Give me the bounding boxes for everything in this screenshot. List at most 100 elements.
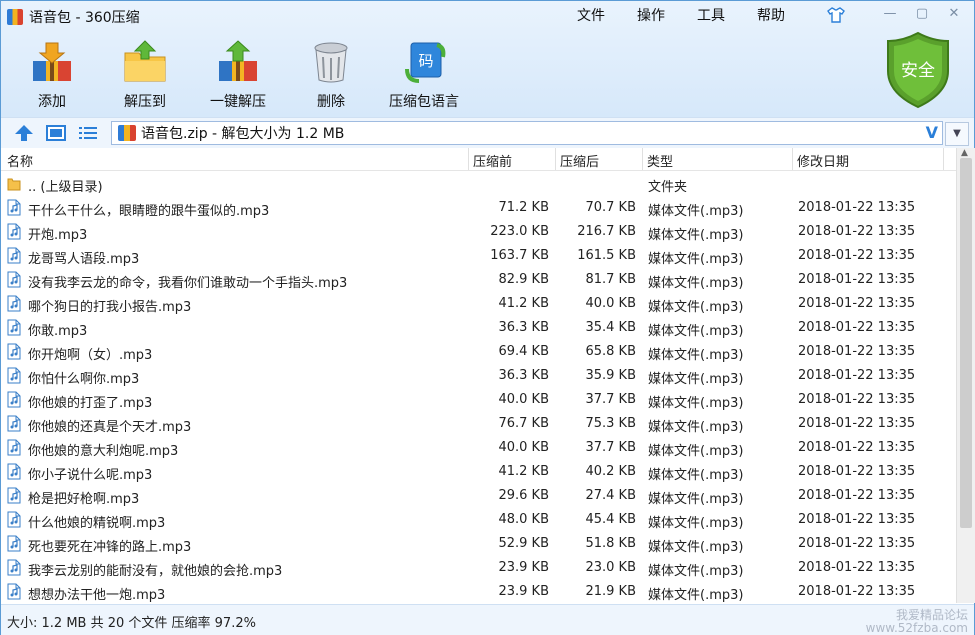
file-packed: 48.0 KB	[498, 512, 549, 527]
file-unpacked: 70.7 KB	[585, 200, 636, 215]
archive-language-glyph: 码	[418, 52, 433, 70]
file-modified: 2018-01-22 13:35	[798, 584, 916, 599]
audio-file-icon	[7, 343, 21, 360]
audio-file-icon	[7, 271, 21, 288]
file-row[interactable]: 你开炮啊（女）.mp3 69.4 KB 65.8 KB 媒体文件(.mp3) 2018-…	[1, 340, 956, 364]
menu-help[interactable]: 帮助	[741, 7, 801, 25]
file-name: 我李云龙别的能耐没有，就他娘的会抢.mp3	[28, 564, 283, 579]
file-unpacked: 40.0 KB	[585, 296, 636, 311]
file-type: 媒体文件(.mp3)	[648, 468, 744, 483]
archive-language-button[interactable]: 码 压缩包语言	[384, 39, 464, 111]
security-text: 安全	[901, 61, 935, 81]
file-packed: 36.3 KB	[498, 368, 549, 383]
file-name: 干什么干什么，眼睛瞪的跟牛蛋似的.mp3	[28, 204, 270, 219]
one-click-extract-icon	[215, 39, 261, 85]
path-text: 语音包.zip - 解包大小为 1.2 MB	[141, 126, 345, 142]
vertical-scrollbar[interactable]: ▲	[956, 148, 975, 603]
audio-file-icon	[7, 439, 21, 456]
file-name: 你开炮啊（女）.mp3	[28, 348, 153, 363]
file-modified: 2018-01-22 13:35	[798, 488, 916, 503]
file-row[interactable]: 你他娘的打歪了.mp3 40.0 KB 37.7 KB 媒体文件(.mp3) 2018-…	[1, 388, 956, 412]
app-window: 语音包 - 360压缩 文件 操作 工具 帮助 — ▢ ✕ 添加 解压到 一键解…	[0, 0, 975, 635]
column-header: 名称 压缩前 压缩后 类型 修改日期	[1, 148, 956, 171]
file-modified: 2018-01-22 13:35	[798, 320, 916, 335]
path-dropdown-button[interactable]: ▼	[945, 122, 969, 146]
file-row[interactable]: 什么他娘的精锐啊.mp3 48.0 KB 45.4 KB 媒体文件(.mp3) 2018…	[1, 508, 956, 532]
list-view-icon[interactable]	[77, 123, 99, 143]
file-name: 没有我李云龙的命令，我看你们谁敢动一个手指头.mp3	[28, 276, 348, 291]
add-button-label: 添加	[38, 94, 66, 110]
file-unpacked: 51.8 KB	[585, 536, 636, 551]
file-row[interactable]: 你小子说什么呢.mp3 41.2 KB 40.2 KB 媒体文件(.mp3) 2018-…	[1, 460, 956, 484]
scroll-up-icon[interactable]: ▲	[961, 148, 968, 158]
file-row[interactable]: 哪个狗日的打我小报告.mp3 41.2 KB 40.0 KB 媒体文件(.mp3) 20…	[1, 292, 956, 316]
thumbnail-view-icon[interactable]	[45, 123, 67, 143]
file-row[interactable]: 你敢.mp3 36.3 KB 35.4 KB 媒体文件(.mp3) 2018-01-22…	[1, 316, 956, 340]
file-row[interactable]: 你他娘的还真是个天才.mp3 76.7 KB 75.3 KB 媒体文件(.mp3) 20…	[1, 412, 956, 436]
file-unpacked: 45.4 KB	[585, 512, 636, 527]
extract-to-button[interactable]: 解压到	[105, 39, 185, 111]
file-name: 想想办法干他一炮.mp3	[28, 588, 166, 603]
file-type: 媒体文件(.mp3)	[648, 324, 744, 339]
file-packed: 52.9 KB	[498, 536, 549, 551]
extract-to-icon	[122, 39, 168, 85]
file-row[interactable]: 龙哥骂人语段.mp3 163.7 KB 161.5 KB 媒体文件(.mp3) 2018…	[1, 244, 956, 268]
file-packed: 82.9 KB	[498, 272, 549, 287]
audio-file-icon	[7, 247, 21, 264]
path-history-icon[interactable]: V	[926, 123, 938, 142]
maximize-icon[interactable]: ▢	[910, 5, 934, 23]
one-click-extract-label: 一键解压	[210, 94, 266, 110]
file-row[interactable]: 干什么干什么，眼睛瞪的跟牛蛋似的.mp3 71.2 KB 70.7 KB 媒体文件(.…	[1, 196, 956, 220]
file-type: 媒体文件(.mp3)	[648, 540, 744, 555]
file-unpacked: 161.5 KB	[577, 248, 636, 263]
scrollbar-thumb[interactable]	[960, 158, 972, 528]
parent-dir-row[interactable]: .. (上级目录) 文件夹	[1, 172, 956, 196]
app-logo-icon	[7, 9, 23, 25]
file-unpacked: 21.9 KB	[585, 584, 636, 599]
file-row[interactable]: 开炮.mp3 223.0 KB 216.7 KB 媒体文件(.mp3) 2018-01-…	[1, 220, 956, 244]
file-unpacked: 35.4 KB	[585, 320, 636, 335]
file-packed: 76.7 KB	[498, 416, 549, 431]
delete-button[interactable]: 删除	[291, 39, 371, 111]
minimize-icon[interactable]: —	[878, 5, 902, 23]
one-click-extract-button[interactable]: 一键解压	[198, 39, 278, 111]
file-row[interactable]: 你怕什么啊你.mp3 36.3 KB 35.9 KB 媒体文件(.mp3) 2018-0…	[1, 364, 956, 388]
file-modified: 2018-01-22 13:35	[798, 416, 916, 431]
menu-file[interactable]: 文件	[561, 7, 621, 25]
file-row[interactable]: 枪是把好枪啊.mp3 29.6 KB 27.4 KB 媒体文件(.mp3) 2018-0…	[1, 484, 956, 508]
file-row[interactable]: 你他娘的意大利炮呢.mp3 40.0 KB 37.7 KB 媒体文件(.mp3) 201…	[1, 436, 956, 460]
col-unpacked[interactable]: 压缩后	[560, 151, 599, 170]
close-icon[interactable]: ✕	[942, 5, 966, 23]
col-name[interactable]: 名称	[7, 151, 33, 170]
col-modified[interactable]: 修改日期	[797, 151, 849, 170]
file-packed: 23.9 KB	[498, 560, 549, 575]
file-type: 媒体文件(.mp3)	[648, 444, 744, 459]
file-type: 媒体文件(.mp3)	[648, 564, 744, 579]
security-shield-badge[interactable]: 安全	[885, 31, 951, 109]
file-row[interactable]: 想想办法干他一炮.mp3 23.9 KB 21.9 KB 媒体文件(.mp3) 2018…	[1, 580, 956, 603]
file-unpacked: 23.0 KB	[585, 560, 636, 575]
path-field[interactable]: 语音包.zip - 解包大小为 1.2 MB V	[111, 121, 943, 145]
audio-file-icon	[7, 223, 21, 240]
file-row[interactable]: 我李云龙别的能耐没有，就他娘的会抢.mp3 23.9 KB 23.0 KB 媒体文件(…	[1, 556, 956, 580]
address-bar: 语音包.zip - 解包大小为 1.2 MB V ▼	[1, 117, 974, 149]
file-packed: 29.6 KB	[498, 488, 549, 503]
skin-tshirt-icon[interactable]	[827, 7, 845, 23]
file-row[interactable]: 死也要死在冲锋的路上.mp3 52.9 KB 51.8 KB 媒体文件(.mp3) 20…	[1, 532, 956, 556]
extract-to-label: 解压到	[124, 94, 166, 110]
menu-tools[interactable]: 工具	[681, 7, 741, 25]
col-type[interactable]: 类型	[647, 151, 673, 170]
up-level-icon[interactable]	[13, 123, 35, 143]
delete-trash-icon	[308, 39, 354, 85]
window-controls: — ▢ ✕	[878, 5, 966, 23]
file-modified: 2018-01-22 13:35	[798, 296, 916, 311]
add-button[interactable]: 添加	[12, 39, 92, 111]
folder-icon	[7, 175, 21, 192]
file-name: 你小子说什么呢.mp3	[28, 468, 153, 483]
col-packed[interactable]: 压缩前	[473, 151, 512, 170]
file-row[interactable]: 没有我李云龙的命令，我看你们谁敢动一个手指头.mp3 82.9 KB 81.7 KB…	[1, 268, 956, 292]
file-name: 龙哥骂人语段.mp3	[28, 252, 140, 267]
audio-file-icon	[7, 415, 21, 432]
file-unpacked: 37.7 KB	[585, 392, 636, 407]
menu-operation[interactable]: 操作	[621, 7, 681, 25]
